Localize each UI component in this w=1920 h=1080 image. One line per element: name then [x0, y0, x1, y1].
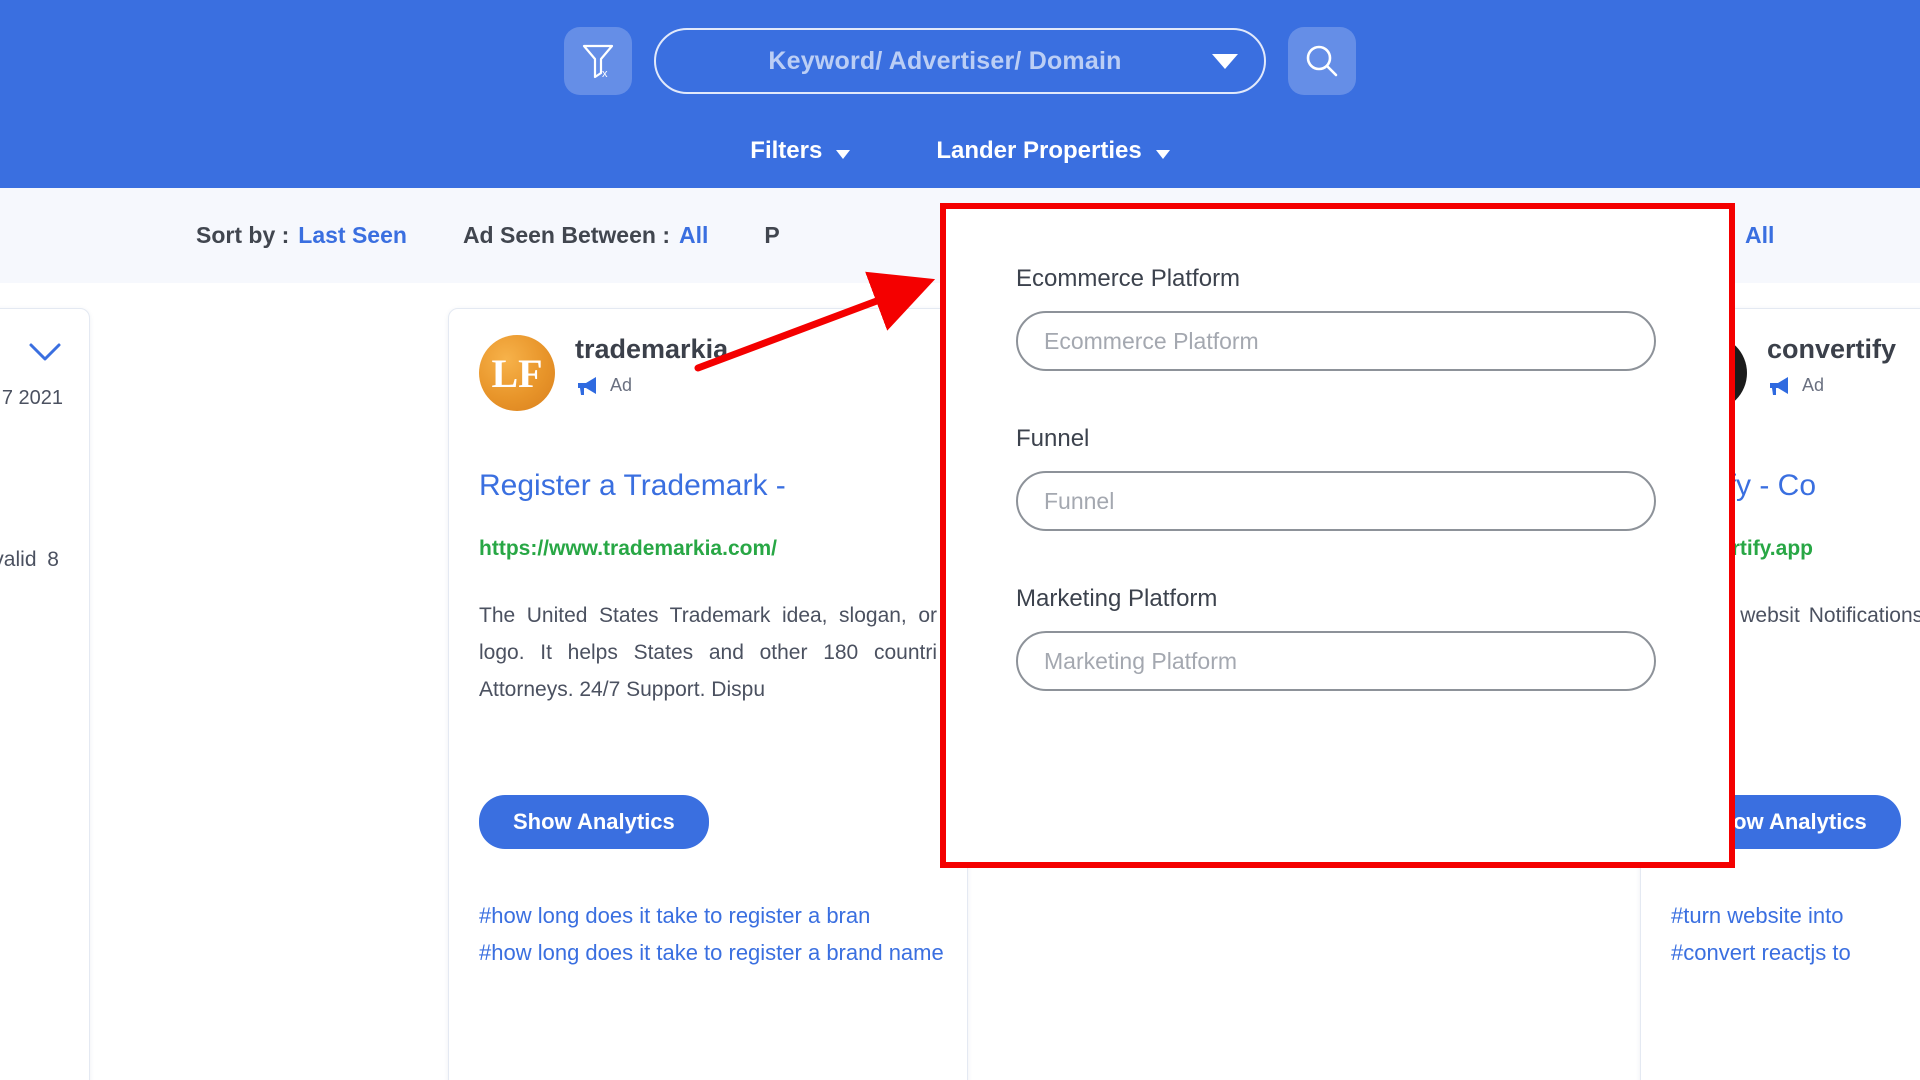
card-description: The United States Trademark idea, slogan… — [479, 603, 937, 702]
card-action-icons — [0, 335, 63, 369]
megaphone-icon — [578, 376, 596, 395]
ad-badge: Ad — [575, 375, 728, 397]
menu-item-filters[interactable]: Filters — [750, 137, 851, 165]
field-funnel: Funnel — [1016, 425, 1659, 531]
show-analytics-button[interactable]: Show Analytics — [479, 794, 709, 849]
sort-by-value[interactable]: Last Seen — [298, 222, 407, 249]
report-icon[interactable] — [0, 335, 1, 369]
card-tag[interactable]: #convert reactjs to — [1671, 934, 1920, 972]
ad-seen-between-value[interactable]: All — [679, 222, 708, 249]
search-icon — [1306, 45, 1338, 77]
advertiser-name[interactable]: convertify — [1767, 334, 1896, 365]
chevron-down-icon[interactable] — [27, 340, 63, 364]
trailing-filter-group: All — [1745, 222, 1774, 249]
sort-by-group: Sort by : Last Seen — [196, 222, 407, 249]
ad-seen-between-label: Ad Seen Between : — [462, 222, 670, 248]
app-root: x Keyword/ Advertiser/ Domain Filters La — [0, 0, 1920, 1080]
header-menu: Filters Lander Properties — [0, 128, 1920, 174]
card-url[interactable]: https://www.trademarkia.com/ — [479, 537, 937, 561]
partial-filter-label: P — [764, 222, 780, 248]
search-row: x Keyword/ Advertiser/ Domain — [0, 22, 1920, 100]
card-tag[interactable]: #how long does it take to register a bra… — [479, 934, 944, 972]
megaphone-icon — [1770, 376, 1788, 395]
popup-body: Ecommerce Platform Funnel Marketing Plat… — [946, 209, 1729, 691]
ecommerce-platform-input[interactable] — [1016, 311, 1656, 371]
funnel-input[interactable] — [1016, 471, 1656, 531]
ad-badge: Ad — [1767, 375, 1896, 397]
sort-by-label: Sort by : — [196, 222, 290, 248]
search-button[interactable] — [1288, 27, 1356, 95]
filter-clear-icon: x — [582, 44, 614, 80]
ad-badge-label: Ad — [610, 375, 633, 396]
ad-badge-label: Ad — [1802, 375, 1825, 396]
search-placeholder: Keyword/ Advertiser/ Domain — [768, 46, 1122, 75]
svg-text:x: x — [602, 68, 608, 80]
card-title[interactable]: Register a Trademark - — [479, 467, 937, 505]
field-label: Ecommerce Platform — [1016, 265, 1241, 292]
card-tag[interactable]: #how long does it take to register a bra… — [479, 897, 937, 935]
card-tag[interactable]: #turn website into — [1671, 897, 1920, 935]
partial-filter-group: P — [764, 222, 779, 249]
advertiser-name[interactable]: trademarkia — [575, 334, 728, 365]
card-title[interactable]: , Patent — [0, 467, 59, 505]
chevron-down-icon[interactable] — [1212, 53, 1238, 69]
menu-item-lander-properties[interactable]: Lander Properties — [936, 137, 1170, 165]
menu-item-filters-label: Filters — [750, 137, 823, 164]
card-tags: #how long does it take to register a bra… — [479, 897, 944, 973]
card-header: LF trademarkia Ad — [479, 334, 937, 427]
caret-down-icon — [836, 149, 851, 159]
trailing-filter-value[interactable]: All — [1745, 222, 1774, 249]
field-label: Funnel — [1016, 425, 1090, 452]
field-marketing-platform: Marketing Platform — [1016, 585, 1659, 691]
ad-card[interactable]: LF trademarkia Ad Register a Trademark -… — [448, 308, 968, 1080]
card-tags: earch #trademark — [0, 883, 59, 921]
card-tags: #turn website into #convert reactjs to — [1671, 897, 1920, 973]
marketing-platform-input[interactable] — [1016, 631, 1656, 691]
menu-item-lander-properties-label: Lander Properties — [936, 137, 1142, 164]
lander-properties-popup: Ecommerce Platform Funnel Marketing Plat… — [940, 203, 1735, 868]
card-date: July 7 2021 — [0, 387, 63, 409]
search-input-wrapper[interactable]: Keyword/ Advertiser/ Domain — [654, 28, 1266, 94]
caret-down-icon — [1155, 149, 1170, 159]
card-description: Effective Services. Hong erm(valid 8 yea… — [0, 547, 59, 571]
avatar: LF — [479, 335, 555, 411]
ad-seen-between-group: Ad Seen Between : All — [463, 222, 708, 249]
filter-clear-button[interactable]: x — [564, 27, 632, 95]
ad-card[interactable]: July 7 2021 , Patent Effective Services.… — [0, 308, 90, 1080]
field-label: Marketing Platform — [1016, 585, 1218, 612]
top-header-bar: x Keyword/ Advertiser/ Domain Filters La — [0, 0, 1920, 188]
field-ecommerce-platform: Ecommerce Platform — [1016, 265, 1659, 371]
